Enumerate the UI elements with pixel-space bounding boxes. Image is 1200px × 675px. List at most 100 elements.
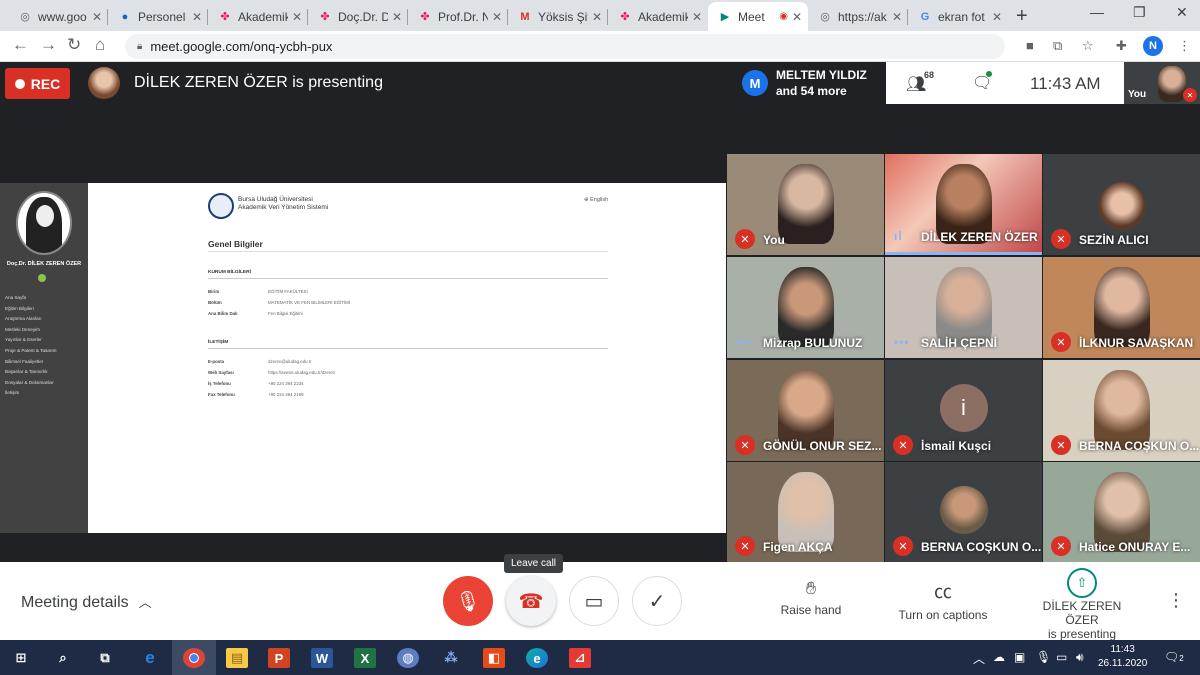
participant-tile[interactable]: ••• SALİH ÇEPNİ: [885, 257, 1042, 358]
home-icon[interactable]: ⌂: [95, 35, 105, 55]
address-bar[interactable]: 🔒︎ meet.google.com/onq-ycbh-pux: [125, 34, 1005, 59]
browser-tab-strip: ◎ www.goo ✕ ● Personel ✕ ✤ Akademik ✕ ✤ Doç.Dr.…: [0, 0, 1200, 31]
participant-tile[interactable]: ✕ BERNA COŞKUN O...: [1043, 360, 1200, 461]
camera-icon[interactable]: ■: [1026, 38, 1034, 53]
menu-item[interactable]: Dosyalar & Dokümanlar: [5, 378, 57, 389]
edge-icon[interactable]: e: [526, 648, 548, 668]
participant-tile[interactable]: i ✕ İsmail Kuşci: [885, 360, 1042, 461]
notification-icon[interactable]: 🗨︎2: [1164, 650, 1184, 664]
tab-ekran-fot[interactable]: Gekran fot ✕: [908, 2, 1008, 31]
edge-legacy-icon[interactable]: e: [139, 648, 161, 668]
participant-tile[interactable]: ✕ You: [727, 154, 884, 255]
close-tab-icon[interactable]: ✕: [792, 10, 802, 24]
participant-tile[interactable]: ıl DİLEK ZEREN ÖZER: [885, 154, 1042, 255]
participant-tile[interactable]: ••• Mizrap BULUNUZ: [727, 257, 884, 358]
office-icon[interactable]: ◧: [483, 648, 505, 668]
network-app-icon[interactable]: ⁂: [440, 648, 462, 668]
mic-toggle-button[interactable]: 🎙︎: [443, 576, 493, 626]
camera-toggle-button[interactable]: ▭: [569, 576, 619, 626]
powerpoint-icon[interactable]: P: [268, 648, 290, 668]
reload-icon[interactable]: ↻: [67, 35, 81, 55]
menu-item[interactable]: Bilimsel Faaliyetler: [5, 357, 57, 368]
close-tab-icon[interactable]: ✕: [92, 10, 102, 24]
tab-doc-dr[interactable]: ✤ Doç.Dr. D ✕: [308, 2, 408, 31]
search-icon[interactable]: ⌕: [52, 648, 74, 668]
close-tab-icon[interactable]: ✕: [492, 10, 502, 24]
menu-item[interactable]: Ana Sayfa: [5, 293, 57, 304]
tab-akademik[interactable]: ✤ Akademik ✕: [208, 2, 308, 31]
close-window-button[interactable]: ✕: [1176, 4, 1188, 21]
back-arrow-icon[interactable]: ←: [12, 35, 29, 55]
close-tab-icon[interactable]: ✕: [592, 10, 602, 24]
language-link[interactable]: ⊕ English: [584, 197, 608, 203]
forward-arrow-icon[interactable]: →: [40, 35, 57, 55]
close-tab-icon[interactable]: ✕: [692, 10, 702, 24]
participant-name: Figen AKÇA: [763, 540, 833, 554]
participant-name: You: [763, 233, 785, 247]
participant-name: BERNA COŞKUN O...: [1079, 439, 1200, 453]
tab-https-ak[interactable]: ◎ https://ak ✕: [808, 2, 908, 31]
extensions-icon[interactable]: ✚: [1116, 38, 1127, 54]
tray-app-icon[interactable]: ▣: [1014, 650, 1025, 664]
tab-meet[interactable]: ▶ Meet ◉ ✕: [708, 2, 808, 31]
participant-avatar: [1097, 182, 1146, 230]
shared-screen: Doç.Dr. DİLEK ZEREN ÖZER Ana Sayfa Eğiti…: [0, 183, 726, 533]
onedrive-icon[interactable]: ☁: [993, 650, 1005, 664]
translate-icon[interactable]: ⧉: [1053, 38, 1062, 54]
menu-item[interactable]: Proje & Patent & Tasarım: [5, 346, 57, 357]
excel-icon[interactable]: X: [354, 648, 376, 668]
tab-prof-dr[interactable]: ✤ Prof.Dr. N ✕: [408, 2, 508, 31]
participant-tile[interactable]: ✕ GÖNÜL ONUR SEZ...: [727, 360, 884, 461]
new-tab-button[interactable]: +: [1016, 5, 1028, 28]
participant-tile[interactable]: ✕ SEZİN ALICI: [1043, 154, 1200, 255]
word-icon[interactable]: W: [311, 648, 333, 668]
more-options-icon[interactable]: ⋮: [1167, 590, 1185, 611]
windows-taskbar: ⊞ ⌕ ⧉ e ▤ P W X ◍ ⁂ ◧ e ⊿ ︿ ☁ ▣ 🎙︎ ▭ 🔊︎ …: [0, 640, 1200, 675]
network-icon[interactable]: ▭: [1056, 650, 1067, 664]
menu-item[interactable]: Araştırma Alanları: [5, 314, 57, 325]
menu-kebab-icon[interactable]: ⋮: [1178, 38, 1191, 54]
tab-www-goo[interactable]: ◎ www.goo ✕: [8, 2, 108, 31]
minimize-button[interactable]: —: [1090, 4, 1104, 20]
menu-item[interactable]: Yayınlar & Eserler: [5, 335, 57, 346]
participant-tile[interactable]: ✕ İLKNUR SAVAŞKAN: [1043, 257, 1200, 358]
menu-item[interactable]: İletişim: [5, 388, 57, 399]
volume-icon[interactable]: 🔊︎: [1076, 650, 1084, 665]
orcid-icon: [38, 274, 46, 282]
tray-chevron-icon[interactable]: ︿: [973, 650, 985, 667]
menu-item[interactable]: Başarılar & Tanınırlık: [5, 367, 57, 378]
app-icon[interactable]: ◍: [397, 648, 419, 668]
menu-item[interactable]: Eğitim Bilgileri: [5, 304, 57, 315]
check-button[interactable]: ✓: [632, 576, 682, 626]
windows-start-icon[interactable]: ⊞: [10, 648, 32, 668]
close-tab-icon[interactable]: ✕: [392, 10, 402, 24]
tab-akademik-2[interactable]: ✤ Akademik ✕: [608, 2, 708, 31]
participant-tile[interactable]: ✕ Figen AKÇA: [727, 462, 884, 562]
leave-call-button[interactable]: ☎︎: [506, 576, 556, 626]
maximize-button[interactable]: ❐: [1133, 4, 1146, 21]
self-view-tile[interactable]: You ✕: [1124, 62, 1200, 104]
captions-label: Turn on captions: [898, 608, 988, 622]
participant-name: BERNA COŞKUN O...: [921, 540, 1042, 554]
close-tab-icon[interactable]: ✕: [292, 10, 302, 24]
close-tab-icon[interactable]: ✕: [992, 10, 1002, 24]
bookmark-star-icon[interactable]: ☆: [1082, 38, 1094, 54]
acrobat-icon[interactable]: ⊿: [569, 648, 591, 668]
tab-yoksis[interactable]: M Yöksis Şif ✕: [508, 2, 608, 31]
chrome-icon[interactable]: [183, 648, 205, 668]
task-view-icon[interactable]: ⧉: [94, 648, 116, 668]
raise-hand-button[interactable]: ✋︎ Raise hand: [776, 578, 846, 617]
tab-personel[interactable]: ● Personel ✕: [108, 2, 208, 31]
menu-item[interactable]: Mesleki Deneyim: [5, 325, 57, 336]
meeting-details-button[interactable]: Meeting details ︿: [21, 592, 152, 612]
participant-tile[interactable]: ✕ Hatice ONURAY E...: [1043, 462, 1200, 562]
participant-tile[interactable]: ✕ BERNA COŞKUN O...: [885, 462, 1042, 562]
close-tab-icon[interactable]: ✕: [192, 10, 202, 24]
microphone-icon[interactable]: 🎙︎: [1036, 650, 1051, 664]
file-explorer-icon[interactable]: ▤: [226, 648, 248, 668]
profile-avatar[interactable]: N: [1143, 36, 1163, 56]
presenting-button[interactable]: ⇧ DİLEK ZEREN ÖZER is presenting: [1026, 568, 1138, 641]
close-tab-icon[interactable]: ✕: [892, 10, 902, 24]
captions-button[interactable]: ㏄ Turn on captions: [893, 578, 993, 622]
taskbar-clock[interactable]: 11:43 26.11.2020: [1098, 643, 1147, 671]
